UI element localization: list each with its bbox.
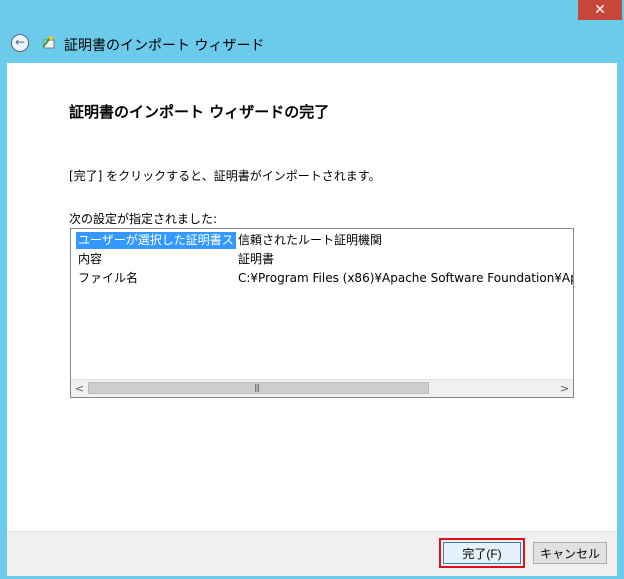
window-title: 証明書のインポート ウィザード (64, 38, 265, 54)
settings-label: 次の設定が指定されました: (69, 212, 218, 226)
description-text: [完了] をクリックすると、証明書がインポートされます。 (69, 169, 381, 183)
list-item[interactable]: 内容 証明書 (71, 251, 571, 268)
certificate-wizard-icon (42, 36, 55, 49)
chevron-left-icon: < (74, 382, 85, 395)
back-arrow-icon: ← (14, 35, 26, 49)
horizontal-scrollbar[interactable]: < ||| > (71, 379, 573, 397)
list-item[interactable]: ファイル名 C:¥Program Files (x86)¥Apache Soft… (71, 270, 573, 287)
scroll-thumb[interactable]: ||| (88, 382, 429, 394)
scroll-right-button[interactable]: > (556, 380, 573, 397)
close-icon: ✕ (594, 2, 606, 18)
page-heading: 証明書のインポート ウィザードの完了 (69, 103, 330, 121)
setting-value: 信頼されたルート証明機関 (238, 233, 383, 247)
grip-icon: ||| (254, 383, 260, 392)
wizard-content: 証明書のインポート ウィザードの完了 [完了] をクリックすると、証明書がインポ… (7, 63, 617, 531)
setting-key: ユーザーが選択した証明書ストア (76, 232, 236, 249)
list-item[interactable]: ユーザーが選択した証明書ストア 信頼されたルート証明機関 (71, 232, 571, 249)
close-button[interactable]: ✕ (578, 0, 622, 20)
chevron-right-icon: > (559, 382, 570, 395)
setting-key: 内容 (78, 252, 103, 266)
setting-value: C:¥Program Files (x86)¥Apache Software F… (238, 271, 573, 285)
finish-button[interactable]: 完了(F) (443, 542, 521, 564)
wizard-header: ← 証明書のインポート ウィザード (0, 28, 624, 60)
settings-list[interactable]: ユーザーが選択した証明書ストア 信頼されたルート証明機関 内容 証明書 ファイル… (70, 228, 574, 398)
setting-key: ファイル名 (78, 271, 139, 285)
cancel-button[interactable]: キャンセル (533, 542, 607, 564)
setting-value: 証明書 (238, 252, 275, 266)
scroll-left-button[interactable]: < (71, 380, 88, 397)
back-button[interactable]: ← (11, 34, 29, 52)
button-bar: 完了(F) キャンセル (7, 531, 617, 576)
